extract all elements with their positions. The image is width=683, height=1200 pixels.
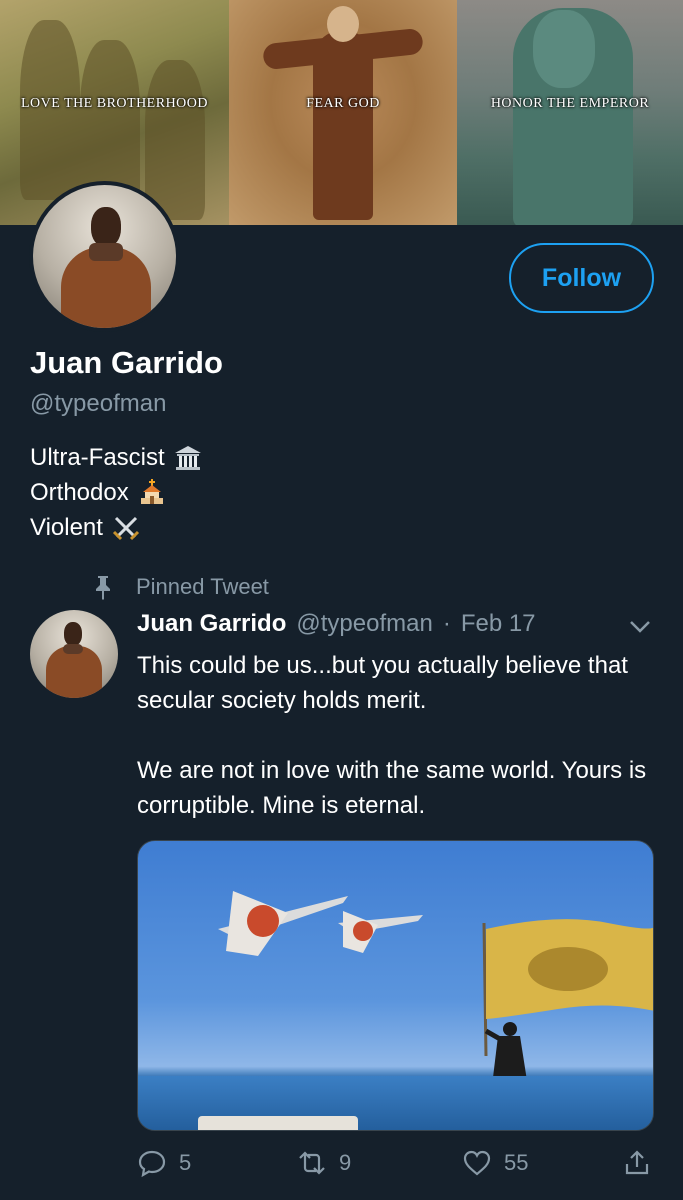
pinned-tweet-label-row: Pinned Tweet [92, 574, 269, 600]
image-rocks [198, 1116, 358, 1130]
avatar-scarf [63, 644, 83, 654]
retweet-count: 9 [339, 1150, 352, 1175]
follow-button[interactable]: Follow [509, 243, 654, 313]
classical-building-icon [174, 445, 201, 470]
pin-icon [96, 576, 110, 600]
fresco-head [327, 6, 359, 42]
heart-icon [463, 1150, 491, 1176]
profile-display-name: Juan Garrido [30, 345, 223, 380]
bio-text: Orthodox [30, 479, 129, 506]
banner-panel-emperor: HONOR THE EMPEROR [457, 0, 683, 225]
reply-action[interactable]: 5 [137, 1148, 191, 1178]
avatar-scarf [89, 243, 123, 261]
reply-icon [138, 1150, 166, 1178]
share-action[interactable] [622, 1148, 652, 1178]
tweet-paragraph: This could be us...but you actually beli… [137, 652, 628, 714]
crossed-swords-icon [112, 516, 140, 540]
statue-head [533, 10, 595, 88]
tweet-separator: · [442, 610, 451, 637]
tweet-header: Juan Garrido @typeofman · Feb 17 [137, 610, 536, 638]
like-action[interactable]: 55 [462, 1148, 528, 1178]
banner-panel-fear-god: FEAR GOD [229, 0, 457, 225]
tweet-author-handle[interactable]: @typeofman [296, 610, 432, 638]
chevron-down-icon[interactable] [627, 616, 653, 636]
bio-line: Violent [30, 510, 203, 545]
reply-count: 5 [179, 1150, 192, 1175]
bio-text: Ultra-Fascist [30, 444, 165, 471]
tweet-date[interactable]: Feb 17 [461, 610, 536, 638]
mosaic-figure [145, 60, 205, 220]
profile-bio: Ultra-Fascist Orthodox Violent [30, 440, 203, 545]
banner-caption-3: HONOR THE EMPEROR [490, 96, 650, 111]
bio-text: Violent [30, 514, 103, 541]
like-count: 55 [504, 1150, 529, 1175]
retweet-icon [299, 1151, 325, 1175]
fresco-robe [313, 30, 373, 220]
tweet-author-avatar[interactable] [30, 610, 118, 698]
tweet-image[interactable] [137, 840, 654, 1131]
tweet-author-name[interactable]: Juan Garrido [137, 610, 286, 638]
tweet-text: This could be us...but you actually beli… [137, 648, 657, 823]
avatar-face [91, 207, 121, 247]
bio-line: Ultra-Fascist [30, 440, 203, 475]
church-icon [140, 478, 163, 504]
profile-avatar[interactable] [29, 181, 180, 332]
banner-caption-2: FEAR GOD [306, 96, 380, 111]
bio-line: Orthodox [30, 475, 203, 510]
tweet-paragraph: We are not in love with the same world. … [137, 757, 647, 819]
retweet-action[interactable]: 9 [297, 1148, 351, 1178]
banner-caption-1: LOVE THE BROTHERHOOD [20, 96, 209, 111]
pinned-tweet-label: Pinned Tweet [136, 574, 269, 599]
profile-handle: @typeofman [30, 390, 167, 417]
avatar-face [64, 622, 82, 646]
share-icon [625, 1150, 649, 1175]
tweet-actions: 5 9 55 [137, 1148, 657, 1184]
